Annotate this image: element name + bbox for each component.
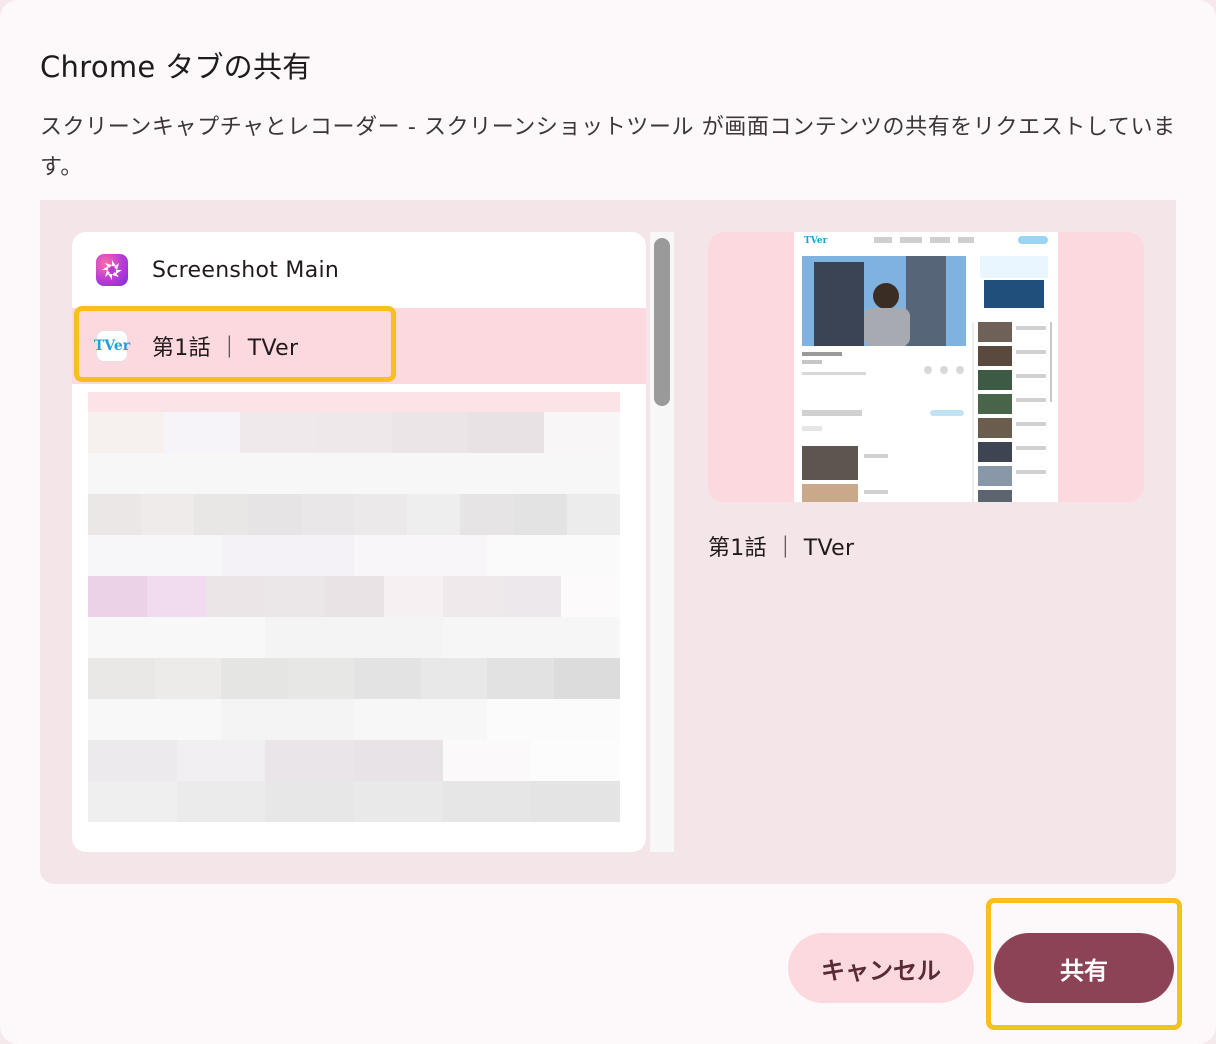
blurred-cell	[194, 494, 248, 535]
blurred-cell	[487, 535, 620, 576]
blurred-cell	[531, 781, 620, 822]
blurred-cell	[164, 412, 240, 453]
blurred-cell	[442, 781, 532, 822]
tab-list-scrollbar[interactable]	[650, 232, 674, 852]
blurred-cell	[300, 494, 354, 535]
blurred-cell	[287, 658, 354, 699]
blurred-cell	[265, 617, 443, 658]
blurred-cell	[392, 412, 468, 453]
blurred-row	[88, 781, 620, 822]
blurred-cell	[154, 658, 221, 699]
blurred-cell	[88, 576, 148, 617]
blurred-cell	[88, 658, 155, 699]
blurred-row	[88, 494, 620, 535]
svg-text:TVer: TVer	[804, 236, 828, 246]
dialog-content: Screenshot Main TVer 第1話 ｜ TVer TVer 第1話…	[40, 200, 1176, 884]
tab-list-item-screenshot-main[interactable]: Screenshot Main	[72, 232, 646, 308]
blurred-cell	[265, 781, 354, 822]
blurred-row	[88, 576, 620, 617]
cancel-button[interactable]: キャンセル	[788, 933, 974, 1003]
blurred-cell	[353, 494, 408, 535]
blurred-cell	[354, 699, 487, 740]
blurred-cell	[88, 699, 221, 740]
blurred-cell	[265, 740, 354, 781]
highlight-box-share-button	[986, 898, 1182, 1030]
blurred-cell	[324, 576, 384, 617]
blurred-cell	[354, 658, 421, 699]
highlight-box-selected-tab	[74, 306, 396, 382]
blurred-cell	[531, 740, 620, 781]
blurred-row	[88, 740, 620, 781]
blurred-cell	[544, 412, 620, 453]
scrollbar-thumb[interactable]	[654, 238, 670, 406]
tab-label: Screenshot Main	[152, 257, 340, 283]
blurred-cell	[88, 535, 221, 576]
blurred-cell	[353, 781, 443, 822]
blurred-cell	[176, 781, 266, 822]
blurred-cell	[247, 494, 301, 535]
share-tab-dialog: Chrome タブの共有 スクリーンキャプチャとレコーダー - スクリーンショッ…	[0, 0, 1216, 1044]
blurred-cell	[147, 576, 207, 617]
blurred-cell	[141, 494, 195, 535]
preview-caption: 第1話 ｜ TVer	[708, 536, 855, 561]
blurred-cell	[560, 576, 620, 617]
dialog-title: Chrome タブの共有	[40, 50, 312, 84]
blurred-cell	[88, 740, 177, 781]
blurred-cell	[88, 617, 266, 658]
blurred-cell	[88, 453, 620, 494]
blurred-cell	[354, 535, 487, 576]
blurred-cell	[468, 412, 544, 453]
blurred-cell	[221, 658, 288, 699]
blurred-row	[88, 453, 620, 494]
blurred-cell	[442, 617, 620, 658]
blurred-cell	[88, 781, 177, 822]
blurred-cell	[553, 658, 620, 699]
blurred-cell	[566, 494, 620, 535]
blurred-cell	[442, 576, 502, 617]
blurred-cell	[501, 576, 561, 617]
blurred-cell	[383, 576, 443, 617]
blurred-row	[88, 658, 620, 699]
blurred-cell	[88, 494, 142, 535]
blurred-cell	[487, 699, 620, 740]
blurred-cell	[407, 494, 461, 535]
blurred-tab-list-rows	[88, 392, 620, 832]
blurred-row	[88, 392, 620, 412]
blurred-row	[88, 617, 620, 658]
blurred-cell	[460, 494, 514, 535]
blurred-cell	[353, 740, 443, 781]
blurred-cell	[221, 535, 354, 576]
blurred-row	[88, 412, 620, 453]
blurred-cell	[487, 658, 554, 699]
screenshot-app-icon	[96, 254, 128, 286]
blurred-cell	[265, 576, 325, 617]
blurred-cell	[420, 658, 487, 699]
blurred-cell	[442, 740, 532, 781]
blurred-cell	[221, 699, 354, 740]
blurred-cell	[316, 412, 392, 453]
tab-preview-thumbnail: TVer	[794, 232, 1058, 502]
blurred-cell	[88, 392, 620, 412]
blurred-cell	[240, 412, 316, 453]
blurred-row	[88, 699, 620, 740]
blurred-cell	[176, 740, 266, 781]
blurred-cell	[88, 412, 164, 453]
tab-preview: TVer	[708, 232, 1144, 502]
blurred-cell	[513, 494, 567, 535]
dialog-description: スクリーンキャプチャとレコーダー - スクリーンショットツール が画面コンテンツ…	[40, 115, 1176, 180]
blurred-row	[88, 535, 620, 576]
blurred-cell	[206, 576, 266, 617]
